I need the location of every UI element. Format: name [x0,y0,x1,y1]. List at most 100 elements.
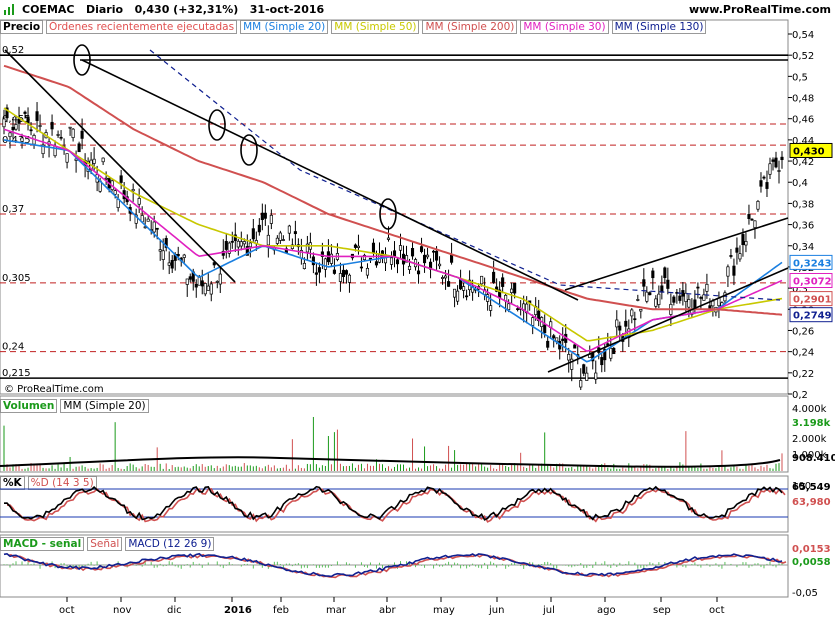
candle [666,279,670,289]
y-tick-label: 0,42 [792,157,814,168]
candle [678,295,682,301]
candle [615,319,619,328]
candle [302,262,306,270]
candle [266,234,270,246]
candle [618,325,622,331]
x-tick-label: nov [113,605,131,616]
candle [38,125,42,127]
candle [750,218,754,221]
candle [735,247,739,253]
candle [161,250,165,260]
y-tick-label: 0,2 [792,390,808,401]
x-tick-label: oct [59,605,75,616]
candle [594,372,598,380]
candle [630,309,634,317]
candle [762,176,766,179]
candle [317,267,321,273]
y-tick-label: 0,26 [792,326,814,337]
candle [480,275,484,285]
candle [251,228,255,240]
price-chart[interactable]: 0,540,520,50,480,460,440,420,40,380,360,… [0,0,835,620]
level-label: 0,215 [2,368,31,379]
candle [71,128,75,138]
candle [444,275,448,279]
x-tick-label: feb [273,605,289,616]
candle [236,240,240,248]
candle [648,292,652,296]
candle [275,237,279,244]
candle [356,245,361,248]
volume-ma [0,456,781,468]
candle [194,283,198,288]
candle [612,347,616,355]
candle [311,256,315,266]
candle [263,212,267,219]
candle [513,282,517,294]
ma-line [3,128,783,353]
level-label: 0,37 [2,204,24,215]
value-tag-label: 0,3072 [793,276,832,287]
y-tick-label: 0,5 [792,72,808,83]
candle [23,111,27,114]
candle [747,214,751,219]
candle [687,299,691,308]
candle [555,337,559,342]
candle [756,201,760,210]
stoch-tag: 65,549 [792,482,831,493]
candle [702,294,706,301]
candle [92,158,96,164]
x-tick-label: may [433,605,455,616]
copyright-text: © ProRealTime.com [4,384,104,395]
candle [11,126,15,131]
candle [624,320,628,327]
candle [552,335,556,339]
candle [17,118,21,124]
candle [582,364,586,374]
panel-frame [0,475,789,533]
candle [170,260,174,269]
candle [717,297,721,307]
chart-window: { "header": {"ticker": "COEMAC", "period… [0,0,835,620]
candle [543,324,547,334]
candle [696,286,700,289]
volume-tag: 3.198k [792,418,831,429]
candle [516,308,520,310]
candle [347,274,351,283]
y-tick-label: 0,22 [792,369,814,380]
candle [456,290,460,302]
candle [338,273,342,282]
candle [20,137,24,142]
candle [80,130,84,139]
y-tick-label: 0,52 [792,51,814,62]
y-tick-label: 0,46 [792,115,814,126]
candle [729,255,733,257]
candle [663,267,667,278]
candle [131,189,135,192]
candle [8,132,12,138]
candle [438,263,442,267]
candle [768,163,772,175]
macd-tag: 0,0058 [792,557,831,568]
candle [182,254,186,258]
candle [705,283,709,292]
candle [200,280,204,287]
candle [699,297,703,299]
candle [65,153,69,163]
candle [353,244,358,248]
candle [239,241,243,247]
candle [152,221,156,233]
candle [561,338,565,341]
candle [425,254,430,258]
candle [600,357,604,366]
candle [59,136,63,139]
candle [654,298,658,307]
candle [732,265,736,276]
candle [645,291,649,302]
candle [510,288,514,293]
level-label: 0,305 [2,273,31,284]
candle [639,308,643,312]
candle [29,129,33,132]
candle [101,157,105,163]
candle [224,241,228,250]
candle [395,259,400,265]
